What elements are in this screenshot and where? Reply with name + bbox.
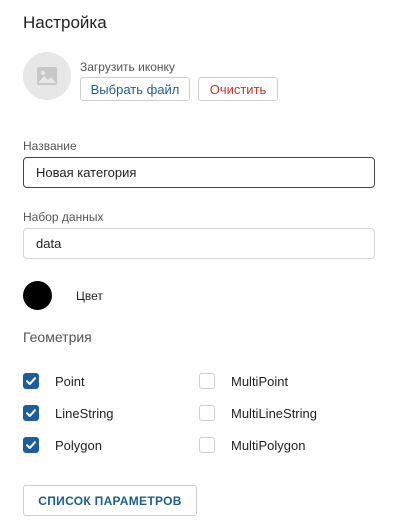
dataset-field-label: Набор данных xyxy=(23,210,104,224)
geometry-option-multipoint[interactable]: MultiPoint xyxy=(199,373,288,389)
geometry-option-polygon[interactable]: Polygon xyxy=(23,437,102,453)
dataset-input[interactable]: data xyxy=(23,228,375,259)
parameters-list-button[interactable]: СПИСОК ПАРАМЕТРОВ xyxy=(23,485,197,516)
name-field-label: Название xyxy=(23,139,77,153)
choose-file-button[interactable]: Выбрать файл xyxy=(80,77,190,101)
checkbox-label: Point xyxy=(55,373,85,389)
geometry-option-linestring[interactable]: LineString xyxy=(23,405,114,421)
image-placeholder-icon xyxy=(37,67,57,85)
upload-icon-label: Загрузить иконку xyxy=(80,60,175,74)
checkbox-label: Polygon xyxy=(55,437,102,453)
checkbox-polygon[interactable] xyxy=(23,437,39,453)
checkbox-multipolygon[interactable] xyxy=(199,437,215,453)
name-input[interactable]: Новая категория xyxy=(23,157,375,188)
geometry-section-label: Геометрия xyxy=(23,329,92,345)
page-title: Настройка xyxy=(23,13,107,32)
color-swatch[interactable] xyxy=(23,281,52,310)
clear-button[interactable]: Очистить xyxy=(198,77,278,101)
geometry-option-point[interactable]: Point xyxy=(23,373,85,389)
checkbox-multilinestring[interactable] xyxy=(199,405,215,421)
geometry-option-multilinestring[interactable]: MultiLineString xyxy=(199,405,317,421)
checkmark-icon xyxy=(26,409,36,417)
checkbox-linestring[interactable] xyxy=(23,405,39,421)
checkbox-multipoint[interactable] xyxy=(199,373,215,389)
icon-preview xyxy=(23,52,71,100)
checkbox-label: MultiPoint xyxy=(231,373,289,389)
checkbox-label: MultiPolygon xyxy=(231,437,306,453)
color-label: Цвет xyxy=(76,289,103,303)
checkmark-icon xyxy=(26,377,36,385)
checkmark-icon xyxy=(26,441,36,449)
checkbox-point[interactable] xyxy=(23,373,39,389)
geometry-option-multipolygon[interactable]: MultiPolygon xyxy=(199,437,305,453)
checkbox-label: MultiLineString xyxy=(231,405,317,421)
checkbox-label: LineString xyxy=(55,405,114,421)
